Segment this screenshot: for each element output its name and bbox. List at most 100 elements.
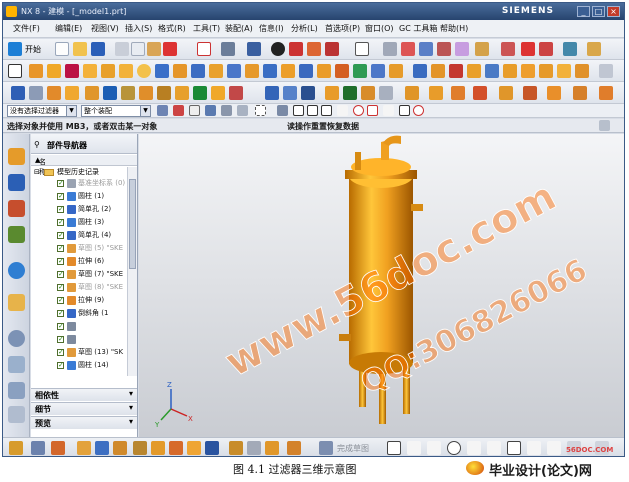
delete-icon[interactable] — [163, 42, 177, 56]
tree-row[interactable]: 草图 (5) "SKE — [31, 243, 127, 254]
trimetric-icon[interactable] — [307, 42, 321, 56]
minimize-button[interactable]: _ — [577, 6, 590, 17]
system-materials-icon[interactable] — [8, 356, 25, 373]
slot-icon[interactable] — [227, 64, 241, 78]
pin-icon[interactable]: ⚲ — [34, 140, 40, 149]
feature-checkbox[interactable] — [57, 269, 64, 280]
feature-checkbox[interactable] — [57, 308, 64, 319]
hole-icon[interactable] — [155, 64, 169, 78]
revolve-icon[interactable] — [47, 64, 61, 78]
move-face-icon[interactable] — [575, 64, 589, 78]
paste-icon[interactable] — [147, 42, 161, 56]
draft-icon[interactable] — [389, 64, 403, 78]
copy-body-icon[interactable] — [103, 86, 117, 100]
filter-icon[interactable] — [157, 105, 168, 116]
maximize-button[interactable]: □ — [592, 6, 605, 17]
pattern-curve-icon[interactable] — [151, 441, 165, 455]
feature-checkbox[interactable] — [57, 282, 64, 293]
scroll-thumb[interactable] — [129, 179, 136, 269]
chevron-down-icon[interactable]: ▾ — [129, 403, 133, 412]
web-browser-icon[interactable] — [8, 262, 25, 279]
trim-body-icon[interactable] — [413, 64, 427, 78]
rib-icon[interactable] — [263, 64, 277, 78]
patch-icon[interactable] — [557, 64, 571, 78]
link-icon[interactable] — [139, 86, 153, 100]
menu-insert[interactable]: 插入(S) — [125, 23, 152, 34]
fillet-tool-icon[interactable] — [467, 441, 481, 455]
chevron-down-icon[interactable]: ▼ — [66, 106, 76, 116]
subtract-icon[interactable] — [299, 64, 313, 78]
line-icon[interactable] — [563, 42, 577, 56]
tree-row[interactable] — [31, 334, 127, 345]
intent-icon[interactable] — [277, 105, 288, 116]
point-on-face-icon[interactable] — [413, 105, 424, 116]
constrain-icon[interactable] — [379, 86, 393, 100]
chamfer-icon[interactable] — [353, 64, 367, 78]
new-file-icon[interactable] — [55, 42, 69, 56]
tree-row[interactable]: 草图 (13) "SK — [31, 347, 127, 358]
circle-tool-icon[interactable] — [447, 441, 461, 455]
scroll-down-icon[interactable] — [8, 406, 25, 423]
profile-line-icon[interactable] — [387, 441, 401, 455]
geometric-constraint-icon[interactable] — [205, 441, 219, 455]
reuse-library-icon[interactable] — [8, 226, 25, 243]
general-select-icon[interactable] — [173, 105, 184, 116]
selection-icon[interactable] — [197, 42, 211, 56]
measure-icon[interactable] — [475, 42, 489, 56]
wrap-icon[interactable] — [175, 86, 189, 100]
menu-file[interactable]: 文件(F) — [13, 23, 40, 34]
transform-icon[interactable] — [455, 42, 469, 56]
finish-sketch-icon[interactable] — [319, 441, 333, 455]
dependencies-panel[interactable]: 相依性 ▾ — [31, 388, 137, 401]
split-body-icon[interactable] — [431, 64, 445, 78]
cone-icon[interactable] — [119, 64, 133, 78]
more-tools-icon[interactable] — [599, 64, 613, 78]
sphere-icon[interactable] — [137, 64, 151, 78]
navigator-scrollbar[interactable] — [127, 167, 137, 376]
menu-help[interactable]: 帮助(H) — [440, 23, 468, 34]
hide-icon[interactable] — [29, 86, 43, 100]
menu-tools[interactable]: 工具(T) — [193, 23, 220, 34]
feature-checkbox[interactable] — [57, 230, 64, 241]
studio-spline-icon[interactable] — [527, 441, 541, 455]
pull-face-icon[interactable] — [361, 86, 375, 100]
sweep-icon[interactable] — [65, 64, 79, 78]
feature-checkbox[interactable] — [57, 217, 64, 228]
cylinder-icon[interactable] — [101, 64, 115, 78]
wire-icon[interactable] — [65, 86, 79, 100]
history-icon[interactable] — [8, 294, 25, 311]
isometric-icon[interactable] — [325, 42, 339, 56]
collapse-icon[interactable]: ⊟ — [34, 167, 40, 178]
mirror-curve-icon[interactable] — [169, 441, 183, 455]
offset-face-icon[interactable] — [485, 64, 499, 78]
render-style-icon[interactable] — [271, 42, 285, 56]
rotate-icon[interactable] — [205, 105, 216, 116]
boss-icon[interactable] — [173, 64, 187, 78]
menu-preferences[interactable]: 首选项(P) — [325, 23, 360, 34]
visual-icon[interactable] — [599, 86, 613, 100]
extract-icon[interactable] — [157, 86, 171, 100]
message-icon[interactable] — [599, 120, 610, 131]
feature-checkbox[interactable] — [57, 295, 64, 306]
chevron-down-icon[interactable]: ▾ — [129, 389, 133, 398]
corner-icon[interactable] — [133, 441, 147, 455]
fit-icon[interactable] — [237, 105, 248, 116]
curve-icon[interactable] — [193, 86, 207, 100]
roles-icon[interactable] — [8, 382, 25, 399]
offset-region-icon[interactable] — [343, 86, 357, 100]
sew-icon[interactable] — [539, 64, 553, 78]
start-icon[interactable] — [8, 42, 22, 56]
lights-icon[interactable] — [473, 86, 487, 100]
chevron-down-icon[interactable]: ▼ — [140, 106, 150, 116]
tree-row[interactable]: 草图 (8) "SKE — [31, 282, 127, 293]
project-icon[interactable] — [187, 441, 201, 455]
constraint-navigator-icon[interactable] — [8, 174, 25, 191]
type-filter-select[interactable]: 没有选择过滤器 ▼ — [7, 105, 77, 117]
snap-point-icon[interactable] — [501, 42, 515, 56]
feature-checkbox[interactable] — [57, 191, 64, 202]
resize-face-icon[interactable] — [325, 86, 339, 100]
layer-icon[interactable] — [437, 42, 451, 56]
profile-icon[interactable] — [31, 441, 45, 455]
menu-window[interactable]: 窗口(O) — [365, 23, 394, 34]
menu-information[interactable]: 信息(I) — [259, 23, 284, 34]
